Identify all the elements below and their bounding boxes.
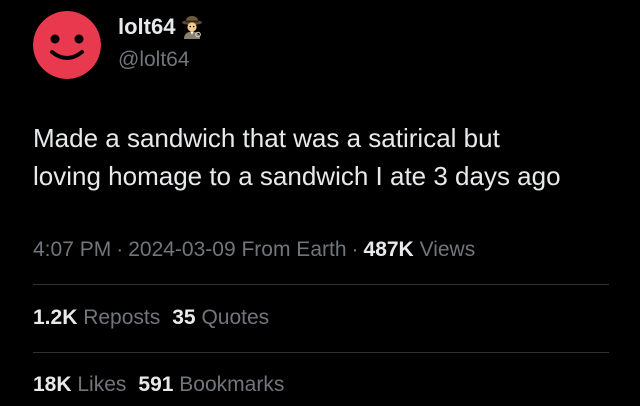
likes-stat[interactable]: 18K Likes bbox=[33, 370, 126, 400]
bookmarks-label: Bookmarks bbox=[179, 373, 285, 396]
meta-separator: · bbox=[116, 238, 124, 261]
tweet-text-line: Made a sandwich that was a satirical but bbox=[33, 123, 500, 153]
tweet-time[interactable]: 4:07 PM bbox=[33, 238, 111, 261]
author-name-row[interactable]: lolt64 bbox=[118, 13, 203, 41]
quotes-label: Quotes bbox=[201, 306, 270, 329]
engagement-stats-row-2: 18K Likes 591 Bookmarks bbox=[33, 370, 284, 400]
meta-separator: · bbox=[351, 238, 359, 261]
detective-emoji-icon bbox=[181, 15, 203, 39]
tweet-location: From Earth bbox=[241, 238, 347, 261]
engagement-stats-row-1: 1.2K Reposts 35 Quotes bbox=[33, 303, 269, 333]
tweet-text-line: loving homage to a sandwich I ate 3 days… bbox=[33, 161, 561, 191]
reposts-count: 1.2K bbox=[33, 306, 78, 329]
tweet-date[interactable]: 2024-03-09 bbox=[128, 238, 235, 261]
bookmarks-stat[interactable]: 591 Bookmarks bbox=[138, 370, 284, 400]
likes-label: Likes bbox=[77, 373, 127, 396]
reposts-stat[interactable]: 1.2K Reposts bbox=[33, 303, 160, 333]
likes-count: 18K bbox=[33, 373, 72, 396]
avatar[interactable] bbox=[33, 11, 101, 79]
bookmarks-count: 591 bbox=[138, 373, 174, 396]
quotes-count: 35 bbox=[172, 306, 196, 329]
author-handle[interactable]: @lolt64 bbox=[118, 47, 190, 73]
divider bbox=[33, 352, 609, 353]
views-count: 487K bbox=[363, 238, 414, 261]
divider bbox=[33, 284, 609, 285]
display-name[interactable]: lolt64 bbox=[118, 13, 175, 41]
reposts-label: Reposts bbox=[83, 306, 161, 329]
tweet-text: Made a sandwich that was a satirical but… bbox=[33, 119, 623, 195]
quotes-stat[interactable]: 35 Quotes bbox=[172, 303, 269, 333]
smiley-face-avatar bbox=[33, 11, 101, 79]
tweet-meta: 4:07 PM · 2024-03-09 From Earth · 487K Views bbox=[33, 235, 475, 265]
views-label: Views bbox=[419, 238, 476, 261]
